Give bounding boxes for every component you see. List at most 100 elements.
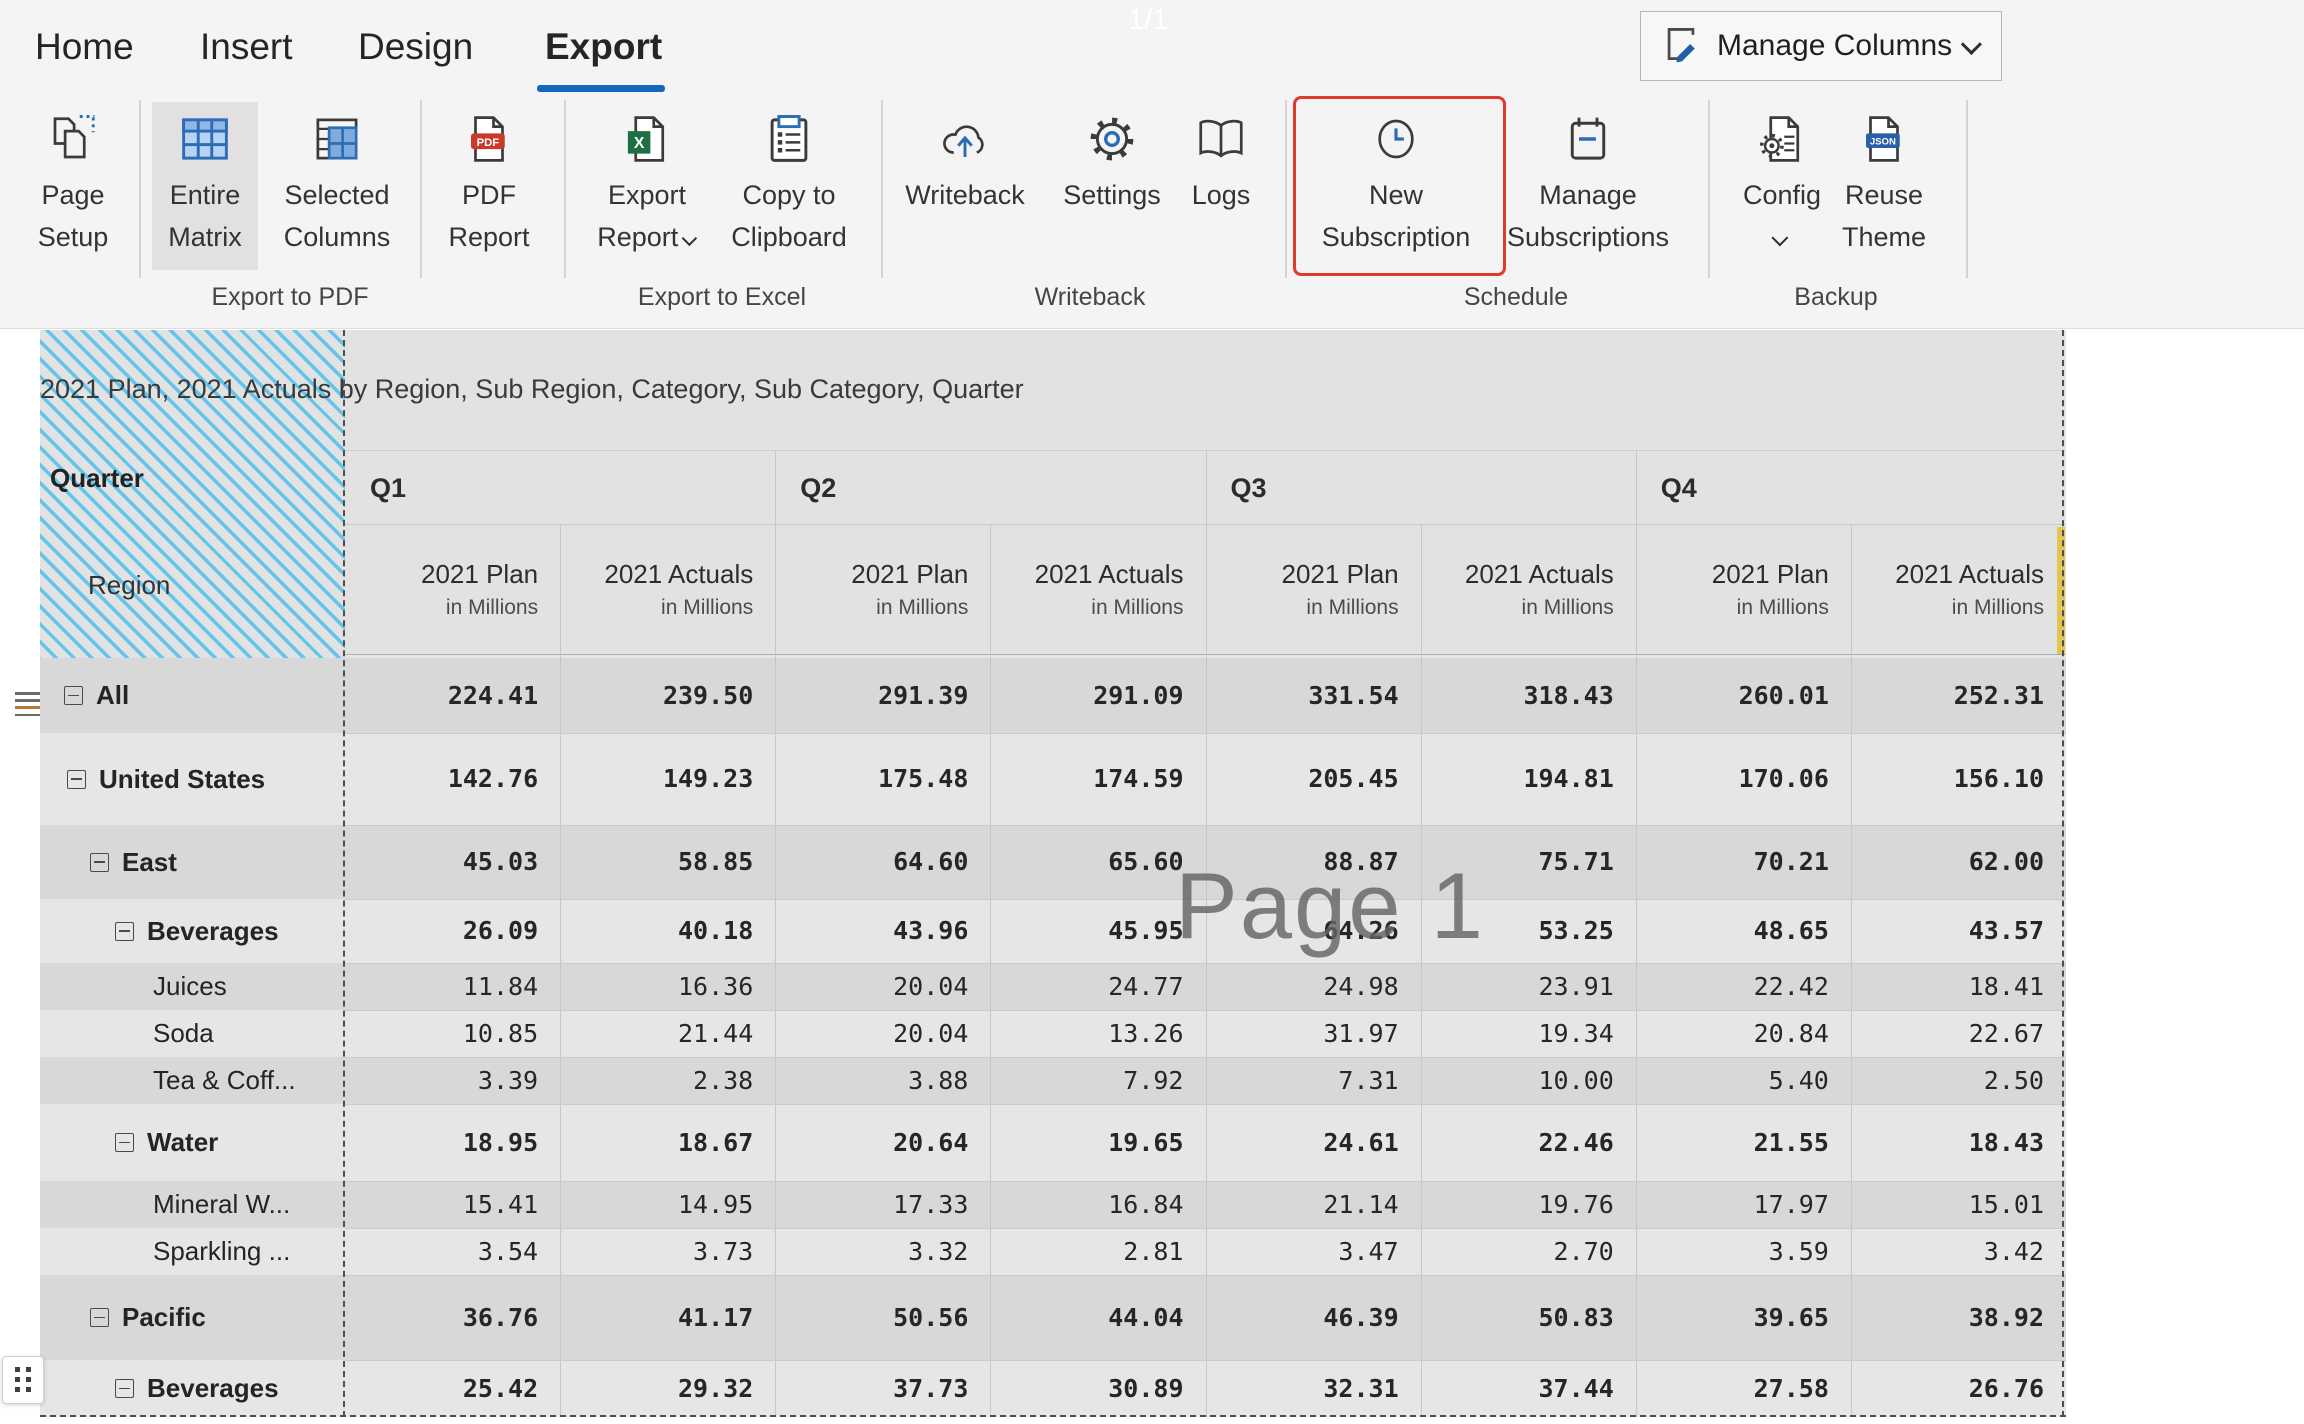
pdf-report-button[interactable]: PDF PDF Report — [401, 104, 577, 270]
value-cell[interactable]: 13.26 — [990, 1010, 1183, 1057]
measure-header-actuals[interactable]: 2021 Actualsin Millions — [560, 525, 753, 655]
collapse-icon[interactable] — [115, 922, 134, 941]
value-cell[interactable]: 331.54 — [1206, 658, 1399, 733]
measure-header-plan[interactable]: 2021 Planin Millions — [345, 525, 538, 655]
value-cell[interactable]: 64.26 — [1206, 899, 1399, 963]
value-cell[interactable]: 260.01 — [1636, 658, 1829, 733]
tab-export[interactable]: Export — [545, 26, 662, 68]
value-cell[interactable]: 156.10 — [1851, 733, 2044, 825]
value-cell[interactable]: 10.85 — [345, 1010, 538, 1057]
measure-header-actuals[interactable]: 2021 Actualsin Millions — [1851, 525, 2044, 655]
value-cell[interactable]: 37.44 — [1421, 1360, 1614, 1417]
tab-insert[interactable]: Insert — [200, 26, 293, 68]
value-cell[interactable]: 14.95 — [560, 1181, 753, 1228]
row-label-beverages[interactable]: Beverages — [115, 899, 279, 963]
value-cell[interactable]: 32.31 — [1206, 1360, 1399, 1417]
visual-drag-handle[interactable] — [2, 1356, 44, 1404]
value-cell[interactable]: 75.71 — [1421, 825, 1614, 899]
value-cell[interactable]: 64.60 — [775, 825, 968, 899]
row-label-pacific[interactable]: Pacific — [90, 1275, 206, 1360]
value-cell[interactable]: 19.76 — [1421, 1181, 1614, 1228]
value-cell[interactable]: 10.00 — [1421, 1057, 1614, 1104]
collapse-icon[interactable] — [64, 686, 83, 705]
collapse-icon[interactable] — [115, 1379, 134, 1398]
value-cell[interactable]: 46.39 — [1206, 1275, 1399, 1360]
value-cell[interactable]: 45.95 — [990, 899, 1183, 963]
value-cell[interactable]: 40.18 — [560, 899, 753, 963]
collapse-icon[interactable] — [67, 770, 86, 789]
value-cell[interactable]: 175.48 — [775, 733, 968, 825]
value-cell[interactable]: 62.00 — [1851, 825, 2044, 899]
value-cell[interactable]: 3.32 — [775, 1228, 968, 1275]
value-cell[interactable]: 22.46 — [1421, 1104, 1614, 1181]
row-label-mineral-w-[interactable]: Mineral W... — [153, 1181, 290, 1228]
quarter-header-q1[interactable]: Q1 — [345, 451, 775, 526]
value-cell[interactable]: 43.57 — [1851, 899, 2044, 963]
row-label-east[interactable]: East — [90, 825, 177, 899]
value-cell[interactable]: 22.67 — [1851, 1010, 2044, 1057]
value-cell[interactable]: 45.03 — [345, 825, 538, 899]
value-cell[interactable]: 26.76 — [1851, 1360, 2044, 1417]
value-cell[interactable]: 3.54 — [345, 1228, 538, 1275]
value-cell[interactable]: 20.04 — [775, 1010, 968, 1057]
tab-design[interactable]: Design — [358, 26, 473, 68]
value-cell[interactable]: 24.98 — [1206, 963, 1399, 1010]
collapse-icon[interactable] — [115, 1133, 134, 1152]
value-cell[interactable]: 291.39 — [775, 658, 968, 733]
value-cell[interactable]: 205.45 — [1206, 733, 1399, 825]
collapse-icon[interactable] — [90, 853, 109, 872]
value-cell[interactable]: 2.81 — [990, 1228, 1183, 1275]
logs-button[interactable]: Logs — [1133, 104, 1309, 270]
measure-header-plan[interactable]: 2021 Planin Millions — [775, 525, 968, 655]
value-cell[interactable]: 15.01 — [1851, 1181, 2044, 1228]
value-cell[interactable]: 70.21 — [1636, 825, 1829, 899]
value-cell[interactable]: 142.76 — [345, 733, 538, 825]
value-cell[interactable]: 16.36 — [560, 963, 753, 1010]
value-cell[interactable]: 20.64 — [775, 1104, 968, 1181]
value-cell[interactable]: 53.25 — [1421, 899, 1614, 963]
value-cell[interactable]: 31.97 — [1206, 1010, 1399, 1057]
value-cell[interactable]: 18.41 — [1851, 963, 2044, 1010]
row-options-icon[interactable] — [15, 692, 40, 717]
selected-columns-button[interactable]: Selected Columns — [249, 104, 425, 270]
value-cell[interactable]: 37.73 — [775, 1360, 968, 1417]
value-cell[interactable]: 17.97 — [1636, 1181, 1829, 1228]
value-cell[interactable]: 38.92 — [1851, 1275, 2044, 1360]
value-cell[interactable]: 20.04 — [775, 963, 968, 1010]
value-cell[interactable]: 29.32 — [560, 1360, 753, 1417]
quarter-header-q4[interactable]: Q4 — [1636, 451, 2066, 526]
value-cell[interactable]: 21.14 — [1206, 1181, 1399, 1228]
measure-header-actuals[interactable]: 2021 Actualsin Millions — [1421, 525, 1614, 655]
value-cell[interactable]: 36.76 — [345, 1275, 538, 1360]
collapse-icon[interactable] — [90, 1308, 109, 1327]
value-cell[interactable]: 3.47 — [1206, 1228, 1399, 1275]
value-cell[interactable]: 149.23 — [560, 733, 753, 825]
value-cell[interactable]: 43.96 — [775, 899, 968, 963]
row-label-tea-coff-[interactable]: Tea & Coff... — [153, 1057, 296, 1104]
value-cell[interactable]: 58.85 — [560, 825, 753, 899]
value-cell[interactable]: 170.06 — [1636, 733, 1829, 825]
value-cell[interactable]: 19.34 — [1421, 1010, 1614, 1057]
value-cell[interactable]: 2.70 — [1421, 1228, 1614, 1275]
value-cell[interactable]: 224.41 — [345, 658, 538, 733]
value-cell[interactable]: 26.09 — [345, 899, 538, 963]
value-cell[interactable]: 18.67 — [560, 1104, 753, 1181]
value-cell[interactable]: 20.84 — [1636, 1010, 1829, 1057]
value-cell[interactable]: 194.81 — [1421, 733, 1614, 825]
value-cell[interactable]: 17.33 — [775, 1181, 968, 1228]
new-subscription-button[interactable]: New Subscription — [1308, 104, 1484, 270]
row-label-beverages[interactable]: Beverages — [115, 1360, 279, 1417]
tab-home[interactable]: Home — [35, 26, 134, 68]
row-label-soda[interactable]: Soda — [153, 1010, 214, 1057]
manage-columns-button[interactable]: Manage Columns — [1640, 11, 2002, 81]
measure-header-plan[interactable]: 2021 Planin Millions — [1206, 525, 1399, 655]
value-cell[interactable]: 3.88 — [775, 1057, 968, 1104]
manage-subscriptions-button[interactable]: Manage Subscriptions — [1488, 104, 1688, 270]
value-cell[interactable]: 41.17 — [560, 1275, 753, 1360]
value-cell[interactable]: 3.42 — [1851, 1228, 2044, 1275]
value-cell[interactable]: 252.31 — [1851, 658, 2044, 733]
value-cell[interactable]: 22.42 — [1636, 963, 1829, 1010]
row-label-all[interactable]: All — [64, 658, 129, 733]
value-cell[interactable]: 24.61 — [1206, 1104, 1399, 1181]
value-cell[interactable]: 39.65 — [1636, 1275, 1829, 1360]
